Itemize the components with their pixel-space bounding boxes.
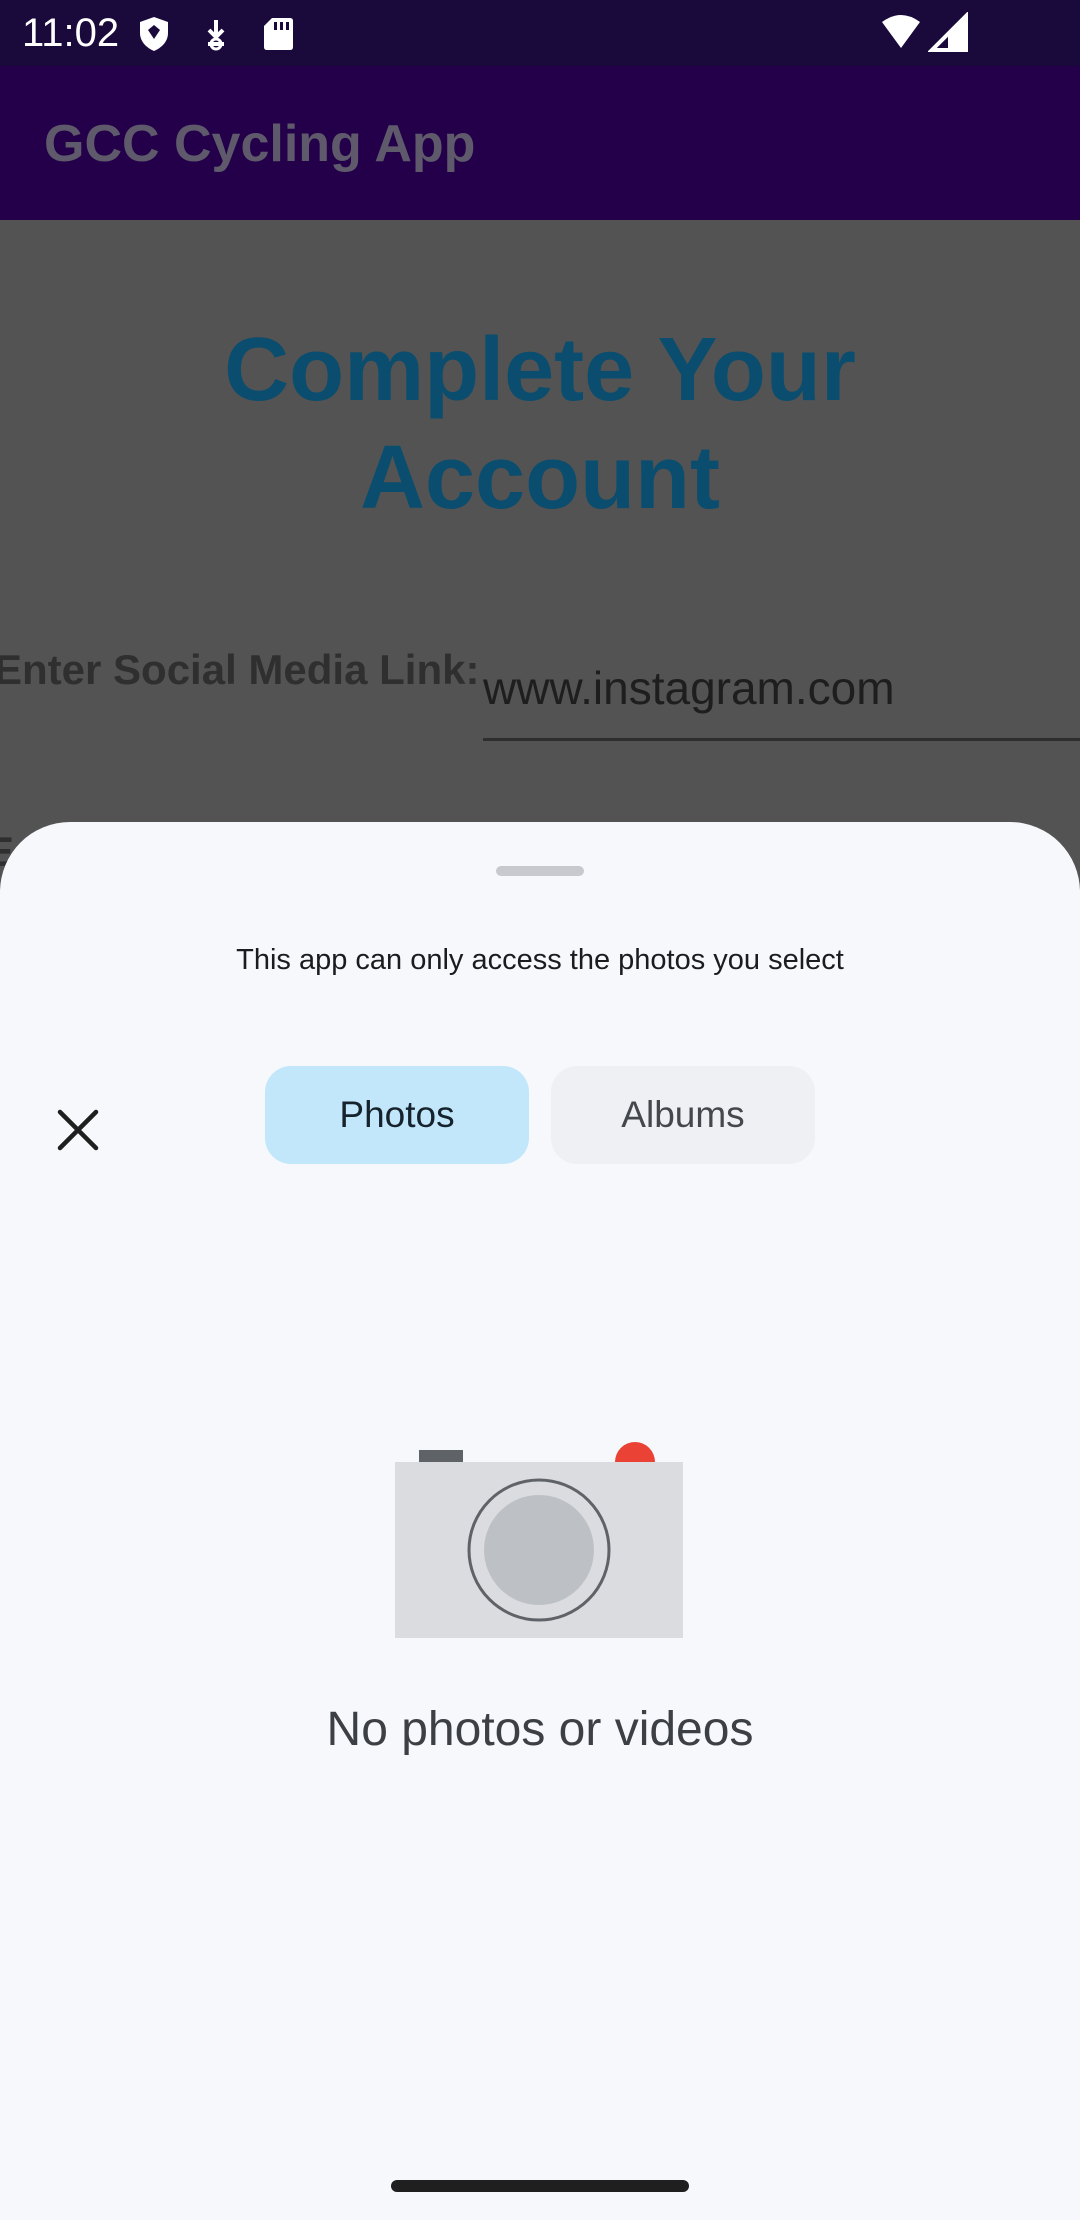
status-bar: 11:02 bbox=[0, 0, 1080, 66]
home-indicator[interactable] bbox=[391, 2180, 689, 2192]
download-icon bbox=[196, 14, 236, 54]
close-icon bbox=[57, 1109, 99, 1151]
social-media-link-input[interactable] bbox=[483, 638, 1080, 741]
app-title: GCC Cycling App bbox=[44, 115, 476, 173]
shield-icon bbox=[134, 14, 174, 54]
wifi-icon bbox=[880, 12, 920, 52]
close-button[interactable] bbox=[40, 1092, 116, 1168]
empty-state-message: No photos or videos bbox=[326, 1703, 754, 1756]
signal-icon bbox=[927, 11, 968, 52]
sd-card-icon bbox=[258, 14, 298, 54]
tab-photos[interactable]: Photos bbox=[265, 1066, 529, 1164]
access-notice: This app can only access the photos you … bbox=[236, 944, 844, 976]
page-heading: Complete Your Account bbox=[224, 320, 856, 528]
camera-icon bbox=[395, 1440, 685, 1640]
app-bar: GCC Cycling App bbox=[0, 66, 1080, 220]
status-time: 11:02 bbox=[22, 11, 120, 55]
screen: 11:02 GCC Cycling App Complete Your Acco… bbox=[0, 0, 1080, 2220]
sheet-drag-handle[interactable] bbox=[496, 866, 584, 876]
tab-albums[interactable]: Albums bbox=[551, 1066, 815, 1164]
photo-picker-sheet: This app can only access the photos you … bbox=[0, 822, 1080, 2220]
social-media-label: Enter Social Media Link: bbox=[0, 646, 480, 693]
